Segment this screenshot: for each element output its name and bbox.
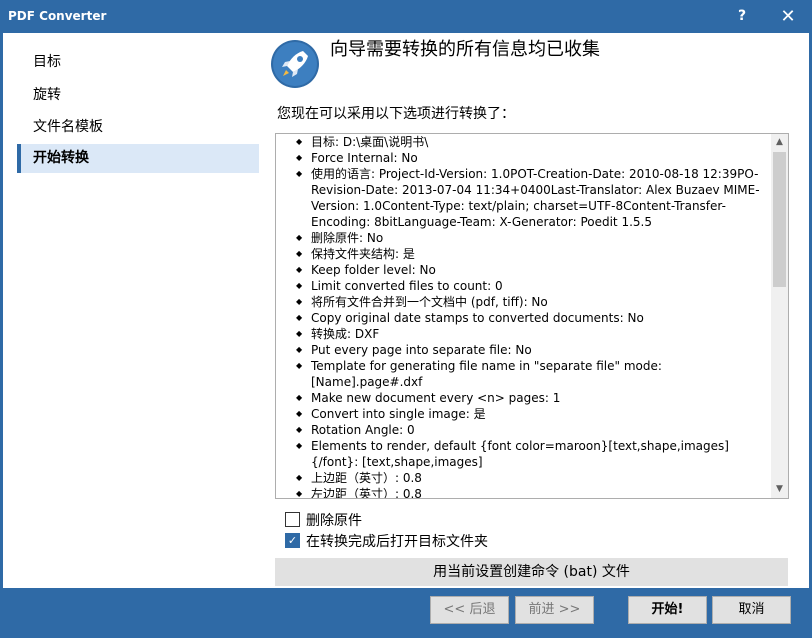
- summary-item: 左边距（英寸）: 0.8: [284, 486, 770, 498]
- open-folder-checkbox[interactable]: ✓: [285, 532, 300, 548]
- sidebar-item-target[interactable]: 目标: [17, 48, 259, 77]
- sidebar-item-rotate[interactable]: 旋转: [17, 81, 259, 110]
- settings-summary-list[interactable]: 目标: D:\桌面\说明书\Force Internal: No使用的语言: P…: [275, 133, 789, 499]
- sidebar-item-label: 文件名模板: [33, 119, 103, 135]
- summary-item: 删除原件: No: [284, 230, 770, 246]
- summary-item: Elements to render, default {font color=…: [284, 438, 770, 470]
- summary-item: Copy original date stamps to converted d…: [284, 310, 770, 326]
- wizard-sidebar: 目标 旋转 文件名模板 开始转换: [7, 33, 259, 588]
- summary-item: Force Internal: No: [284, 150, 770, 166]
- pdf-converter-window: PDF Converter ? ✕ 目标 旋转 文件名模板 开始转换 向导需要转…: [0, 0, 812, 638]
- sidebar-item-label: 目标: [33, 54, 61, 70]
- summary-item: Put every page into separate file: No: [284, 342, 770, 358]
- rocket-icon: [271, 40, 319, 88]
- back-button[interactable]: << 后退: [430, 596, 509, 624]
- scroll-down-icon[interactable]: ▼: [771, 481, 788, 498]
- summary-item: 上边距（英寸）: 0.8: [284, 470, 770, 486]
- sidebar-item-filename-template[interactable]: 文件名模板: [17, 113, 259, 142]
- window-title: PDF Converter: [8, 9, 107, 23]
- wizard-footer: << 后退 前进 >> 开始! 取消: [0, 588, 812, 638]
- summary-item: 使用的语言: Project-Id-Version: 1.0POT-Creati…: [284, 166, 770, 230]
- summary-content: 目标: D:\桌面\说明书\Force Internal: No使用的语言: P…: [276, 134, 770, 498]
- vertical-scrollbar[interactable]: ▲ ▼: [771, 134, 788, 498]
- create-bat-button[interactable]: 用当前设置创建命令 (bat) 文件: [275, 558, 788, 586]
- summary-item: Template for generating file name in "se…: [284, 358, 770, 390]
- summary-item: 转换成: DXF: [284, 326, 770, 342]
- scrollbar-thumb[interactable]: [773, 152, 786, 287]
- summary-item: 保持文件夹结构: 是: [284, 246, 770, 262]
- sidebar-item-start-conversion[interactable]: 开始转换: [17, 144, 259, 173]
- summary-item: Limit converted files to count: 0: [284, 278, 770, 294]
- close-icon[interactable]: ✕: [770, 4, 806, 29]
- delete-originals-label: 删除原件: [306, 513, 362, 529]
- summary-item: Keep folder level: No: [284, 262, 770, 278]
- summary-item: Rotation Angle: 0: [284, 422, 770, 438]
- start-button[interactable]: 开始!: [628, 596, 707, 624]
- scroll-up-icon[interactable]: ▲: [771, 134, 788, 151]
- summary-item: Convert into single image: 是: [284, 406, 770, 422]
- summary-item: 将所有文件合并到一个文档中 (pdf, tiff): No: [284, 294, 770, 310]
- next-button[interactable]: 前进 >>: [515, 596, 594, 624]
- dialog-client-area: 目标 旋转 文件名模板 开始转换 向导需要转换的所有信息均已收集 您现在可以采用…: [3, 33, 809, 588]
- delete-originals-checkbox[interactable]: [285, 511, 300, 527]
- wizard-page: 向导需要转换的所有信息均已收集 您现在可以采用以下选项进行转换了： 目标: D:…: [259, 33, 809, 588]
- help-button[interactable]: ?: [724, 4, 760, 29]
- page-title: 向导需要转换的所有信息均已收集: [330, 39, 600, 60]
- summary-items: 目标: D:\桌面\说明书\Force Internal: No使用的语言: P…: [276, 134, 770, 498]
- cancel-button[interactable]: 取消: [712, 596, 791, 624]
- open-folder-label: 在转换完成后打开目标文件夹: [306, 534, 488, 550]
- title-bar: PDF Converter ? ✕: [0, 0, 812, 33]
- summary-item: Make new document every <n> pages: 1: [284, 390, 770, 406]
- sidebar-item-label: 旋转: [33, 87, 61, 103]
- delete-originals-option[interactable]: 删除原件: [285, 511, 362, 531]
- summary-item: 目标: D:\桌面\说明书\: [284, 134, 770, 150]
- page-subtitle: 您现在可以采用以下选项进行转换了：: [277, 106, 515, 122]
- sidebar-item-label: 开始转换: [33, 150, 89, 166]
- open-folder-option[interactable]: ✓ 在转换完成后打开目标文件夹: [285, 532, 488, 552]
